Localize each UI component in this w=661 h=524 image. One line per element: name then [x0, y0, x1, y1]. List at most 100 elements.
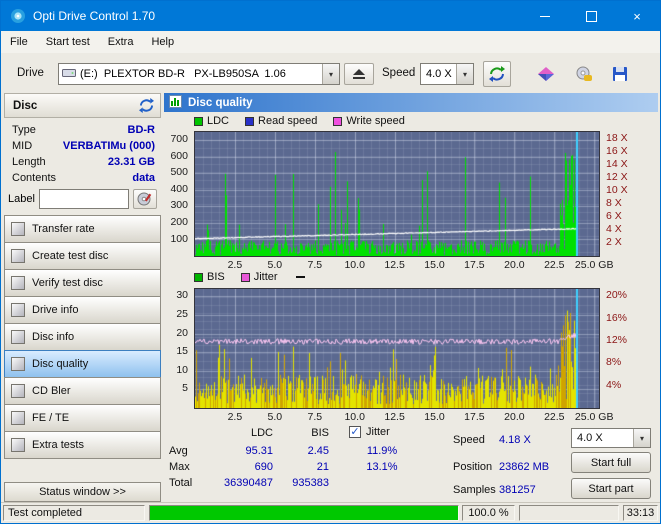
disc-info-list: Type BD-R MID VERBATIMu (000) Length 23.31 GB… [4, 122, 161, 186]
ldc-chart-plot [194, 131, 600, 257]
bis-jitter-chart-plot [194, 288, 600, 409]
sidebar-item-disc-quality[interactable]: Disc quality [4, 350, 161, 378]
close-icon: × [633, 8, 641, 24]
sidebar-item-verify-test-disc[interactable]: Verify test disc [4, 269, 161, 297]
sidebar-item-create-test-disc[interactable]: Create test disc [4, 242, 161, 270]
menu-file[interactable]: File [1, 32, 37, 52]
minimize-button[interactable] [522, 1, 568, 31]
sidebar-item-disc-info[interactable]: Disc info [4, 323, 161, 351]
start-part-button[interactable]: Start part [571, 478, 651, 499]
sidebar-item-label: Disc quality [32, 358, 89, 370]
legend-swatch-read-speed [245, 116, 255, 126]
legend-label: Jitter [253, 271, 278, 283]
label-caption: Label [8, 193, 35, 205]
ldc-chart-canvas [195, 132, 599, 256]
top-chart-y-left-axis: 700 600 500 400 300 200 100 [159, 131, 191, 257]
sidebar-item-label: Transfer rate [32, 223, 95, 235]
extra-tests-icon [11, 438, 25, 452]
legend-label: LDC [207, 115, 230, 127]
max-ldc-value: 690 [254, 461, 273, 473]
sidebar-item-label: Verify test disc [32, 277, 103, 289]
create-test-disc-icon [11, 249, 25, 263]
refresh-disc-button[interactable] [136, 96, 156, 116]
disc-info-icon [11, 330, 25, 344]
label-input[interactable] [38, 189, 129, 209]
close-button[interactable]: × [614, 1, 660, 31]
chevron-down-icon: ▾ [456, 64, 473, 84]
floppy-icon [613, 67, 627, 81]
verify-test-disc-icon [11, 276, 25, 290]
axis-tick: 8% [606, 356, 622, 369]
status-window-button[interactable]: Status window >> [4, 482, 161, 502]
axis-tick: 100 [170, 232, 188, 245]
max-jitter-value: 13.1% [366, 461, 398, 473]
max-bis-value: 21 [316, 461, 329, 473]
refresh-speeds-button[interactable] [483, 61, 511, 87]
sidebar-item-fe-te[interactable]: FE / TE [4, 404, 161, 432]
app-icon [10, 8, 26, 24]
sidebar-item-label: FE / TE [32, 412, 70, 424]
axis-tick: 10.0 [344, 411, 365, 423]
disc-section-title: Disc [13, 99, 38, 112]
disc-label-icon [137, 192, 152, 206]
contents-value: data [132, 172, 155, 184]
axis-tick: 16 X [606, 144, 628, 157]
eject-button[interactable] [344, 63, 374, 85]
sidebar-item-extra-tests[interactable]: Extra tests [4, 431, 161, 459]
start-full-button[interactable]: Start full [571, 452, 651, 473]
top-chart-y-right-axis: 18 X 16 X 14 X 12 X 10 X8 X6 X4 X2 X [602, 131, 647, 257]
axis-tick: 30 [176, 289, 188, 302]
save-button[interactable] [607, 62, 633, 86]
axis-tick: 10 X [606, 183, 628, 196]
edit-label-button[interactable] [133, 189, 157, 209]
bottom-chart-y-right-axis: 20% 16% 12% 8% 4% [602, 288, 647, 409]
disc-info-length: Length 23.31 GB [4, 154, 161, 170]
axis-tick: 17.5 [464, 259, 485, 271]
axis-tick: 300 [170, 199, 188, 212]
disc-info-contents: Contents data [4, 170, 161, 186]
menu-start-test[interactable]: Start test [37, 32, 99, 52]
cd-bler-icon [11, 384, 25, 398]
maximize-button[interactable] [568, 1, 614, 31]
avg-row-label: Avg [169, 445, 188, 457]
axis-tick: 5 [182, 382, 188, 395]
status-text: Test completed [3, 505, 145, 521]
ldc-column-header: LDC [250, 427, 273, 439]
menu-extra[interactable]: Extra [99, 32, 143, 52]
bottom-chart-legend: BIS Jitter [194, 270, 305, 284]
test-speed-select[interactable]: 4.0 X ▾ [571, 428, 651, 448]
speed-select[interactable]: 4.0 X ▾ [420, 63, 474, 85]
axis-tick: 500 [170, 166, 188, 179]
total-row-label: Total [169, 477, 193, 489]
axis-tick: 2.5 [227, 411, 243, 423]
progress-percent: 100.0 % [462, 505, 515, 521]
sidebar-item-cd-bler[interactable]: CD Bler [4, 377, 161, 405]
top-chart-legend: LDC Read speed Write speed [194, 114, 405, 128]
eject-icon [353, 69, 365, 79]
avg-jitter-value: 11.9% [366, 445, 398, 457]
disc-info-mid: MID VERBATIMu (000) [4, 138, 161, 154]
chart-icon [169, 94, 182, 111]
disc-tools-button[interactable] [570, 62, 598, 86]
jitter-checkbox[interactable]: ✓ [349, 426, 361, 438]
axis-tick: 25.0 GB [574, 259, 614, 271]
sidebar-item-drive-info[interactable]: Drive info [4, 296, 161, 324]
status-spacer [519, 505, 619, 521]
title-bar[interactable]: Opti Drive Control 1.70 × [1, 1, 660, 31]
samples-value: 381257 [499, 484, 536, 496]
chevron-down-icon: ▾ [633, 429, 650, 447]
axis-tick: 6 X [606, 209, 622, 222]
menu-help[interactable]: Help [142, 32, 183, 52]
app-window: Opti Drive Control 1.70 × File Start test… [0, 0, 661, 524]
axis-tick: 20% [606, 289, 628, 302]
erase-disc-button[interactable] [532, 62, 560, 86]
axis-tick: 2 X [606, 235, 622, 248]
result-speed-label: Speed [453, 434, 485, 446]
legend-swatch-ldc [194, 116, 203, 126]
total-ldc-value: 36390487 [224, 477, 273, 489]
sidebar-item-transfer-rate[interactable]: Transfer rate [4, 215, 161, 243]
progress-fill [150, 506, 458, 520]
drive-select[interactable]: (E:) PLEXTOR BD-R PX-LB950SA 1.06 ▾ [58, 63, 340, 85]
axis-tick: 600 [170, 149, 188, 162]
legend-label: BIS [207, 271, 225, 283]
